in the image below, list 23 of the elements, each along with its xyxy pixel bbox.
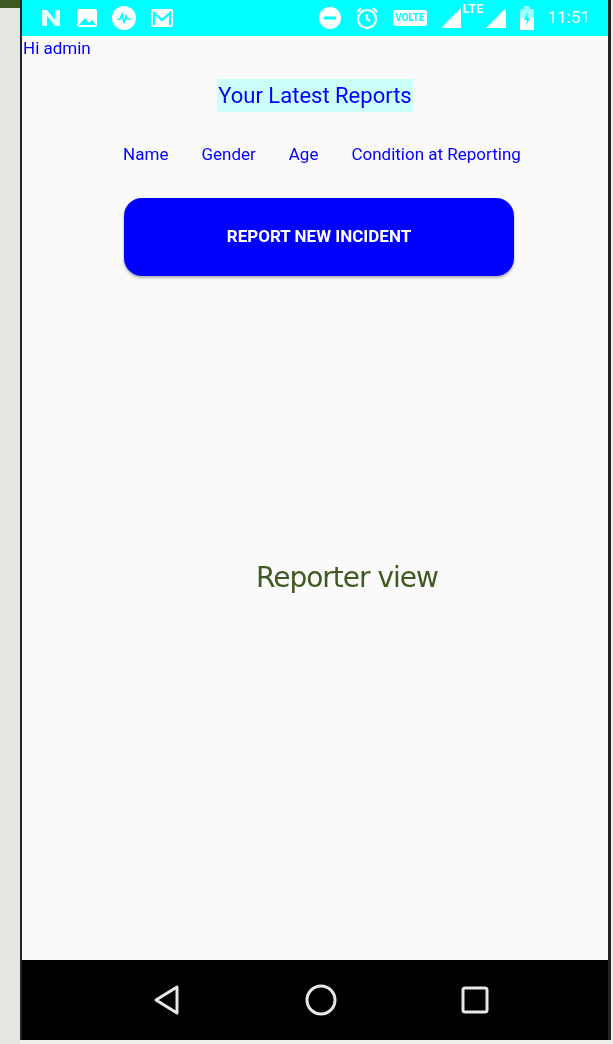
column-header: Gender: [201, 143, 256, 166]
recents-icon[interactable]: [461, 986, 489, 1014]
page-title: Your Latest Reports: [217, 79, 413, 112]
report-new-incident-button[interactable]: REPORT NEW INCIDENT: [124, 198, 514, 276]
home-icon[interactable]: [305, 984, 337, 1016]
caption-text: Reporter view: [256, 561, 438, 595]
do-not-disturb-icon: [319, 7, 342, 29]
signal-icon: [485, 8, 506, 28]
greeting-text: Hi admin: [23, 37, 91, 60]
back-icon[interactable]: [153, 985, 181, 1015]
clock-time: 11:51: [547, 6, 590, 30]
column-header: Condition at Reporting: [351, 143, 521, 166]
volte-badge: VOLTE: [393, 10, 427, 26]
signal-icon: [440, 8, 461, 28]
column-header: Age: [288, 143, 319, 166]
column-header: Name: [123, 143, 169, 166]
mail-icon: [150, 8, 174, 28]
image-icon: [76, 8, 98, 28]
alarm-clock-icon: [355, 6, 380, 30]
battery-icon: [519, 6, 534, 30]
n-logo-icon: [40, 8, 62, 28]
wave-circle-icon: [112, 6, 136, 30]
network-type-label: LTE: [462, 2, 484, 15]
